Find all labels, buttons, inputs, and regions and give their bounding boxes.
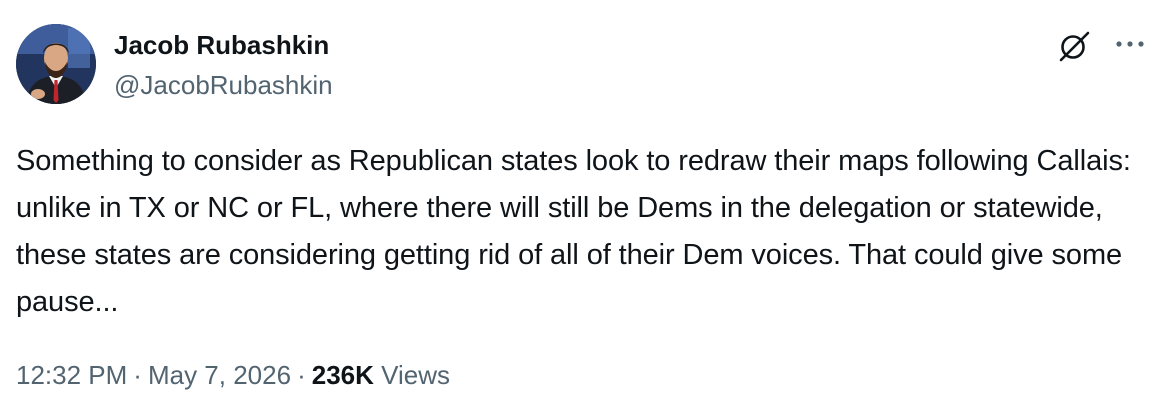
meta-separator: · <box>133 360 142 390</box>
more-options-icon[interactable] <box>1112 32 1148 56</box>
meta-separator: · <box>297 360 306 390</box>
tweet-date: May 7, 2026 <box>147 360 292 390</box>
views-label: Views <box>381 360 451 390</box>
author-handle[interactable]: @JacobRubashkin <box>114 68 333 102</box>
tweet-time: 12:32 PM <box>16 360 128 390</box>
tweet-time-link[interactable]: 12:32 PM · May 7, 2026 <box>16 360 291 390</box>
tweet-metadata: 12:32 PM · May 7, 2026 · 236K Views <box>16 358 450 392</box>
views-count: 236K <box>311 360 374 390</box>
views-link[interactable]: 236K Views <box>312 360 450 390</box>
tweet-card: Jacob Rubashkin @JacobRubashkin Somethin… <box>0 0 1176 412</box>
author-block: Jacob Rubashkin @JacobRubashkin <box>114 28 333 102</box>
profile-photo-icon <box>16 24 96 104</box>
avatar[interactable] <box>16 24 96 104</box>
author-display-name[interactable]: Jacob Rubashkin <box>114 28 333 62</box>
grok-icon[interactable] <box>1056 28 1092 64</box>
tweet-text: Something to consider as Republican stat… <box>16 145 1131 318</box>
